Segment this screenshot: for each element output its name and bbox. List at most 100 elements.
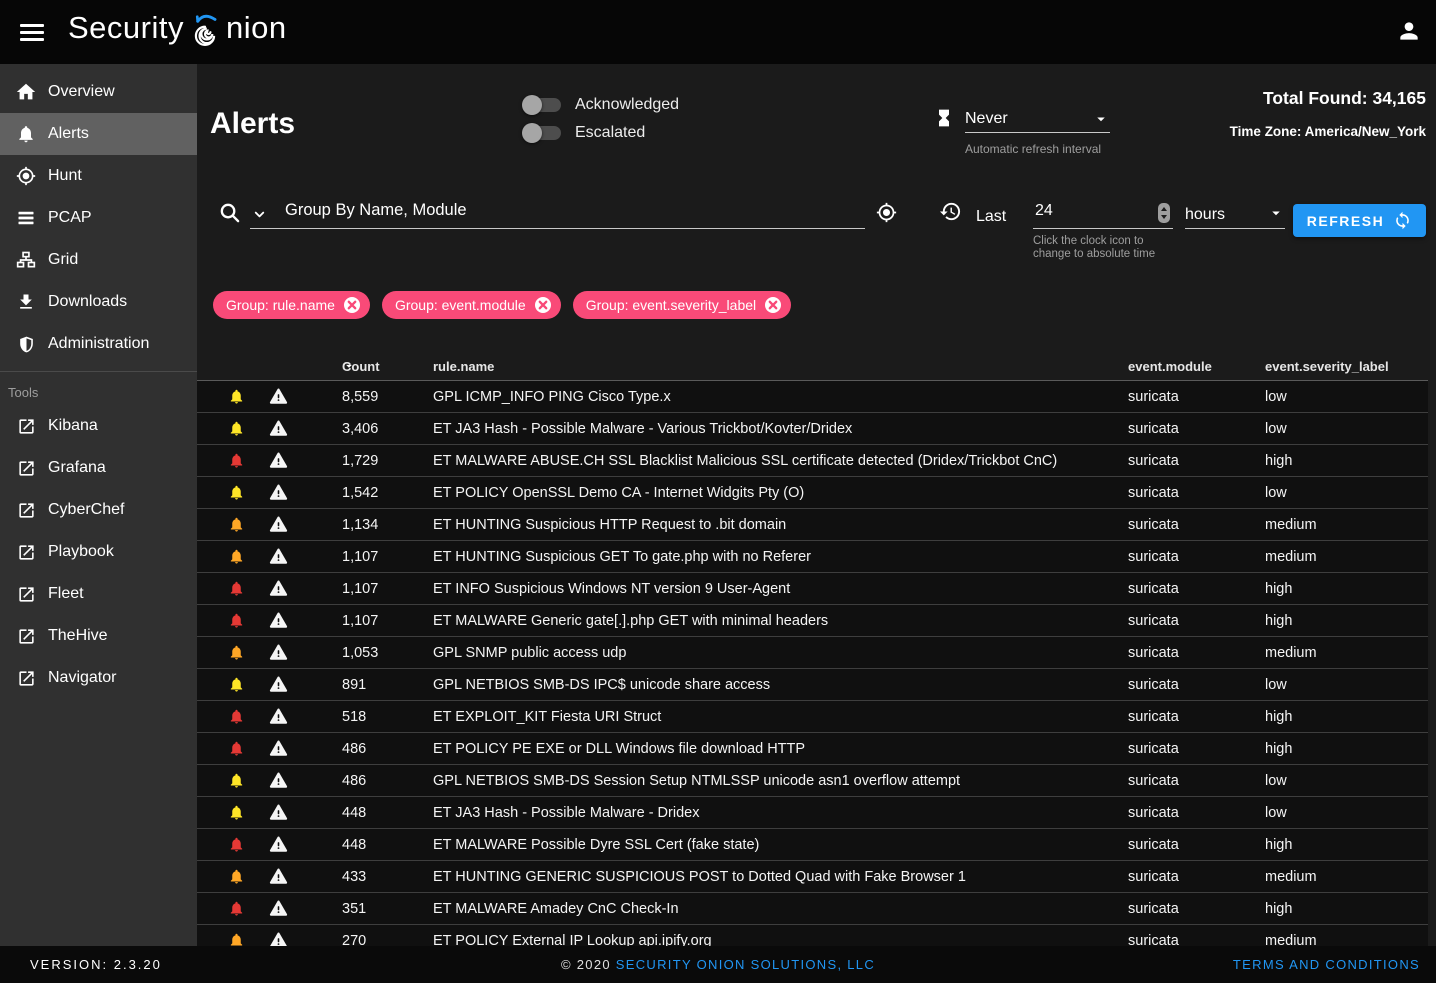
- sidebar-item-pcap[interactable]: PCAP: [0, 197, 197, 239]
- sidebar-tool-fleet[interactable]: Fleet: [0, 573, 197, 615]
- sidebar-item-alerts[interactable]: Alerts: [0, 113, 197, 155]
- tools-section-label: Tools: [0, 372, 197, 405]
- sidebar-tool-grafana[interactable]: Grafana: [0, 447, 197, 489]
- severity-bell-icon[interactable]: [228, 829, 245, 860]
- warning-triangle-icon[interactable]: [269, 925, 288, 946]
- severity-bell-icon[interactable]: [228, 541, 245, 572]
- table-row[interactable]: 1,107 ET INFO Suspicious Windows NT vers…: [197, 573, 1428, 605]
- sidebar-tool-navigator[interactable]: Navigator: [0, 657, 197, 699]
- severity-bell-icon[interactable]: [228, 733, 245, 764]
- chip-close-icon[interactable]: [764, 296, 782, 314]
- warning-triangle-icon[interactable]: [269, 669, 288, 700]
- table-row[interactable]: 486 GPL NETBIOS SMB-DS Session Setup NTM…: [197, 765, 1428, 797]
- table-row[interactable]: 8,559 GPL ICMP_INFO PING Cisco Type.x su…: [197, 381, 1428, 413]
- sidebar-tool-kibana[interactable]: Kibana: [0, 405, 197, 447]
- column-header-rule-name[interactable]: rule.name: [433, 359, 494, 374]
- warning-triangle-icon[interactable]: [269, 797, 288, 828]
- warning-triangle-icon[interactable]: [269, 765, 288, 796]
- warning-triangle-icon[interactable]: [269, 413, 288, 444]
- warning-triangle-icon[interactable]: [269, 509, 288, 540]
- table-row[interactable]: 1,542 ET POLICY OpenSSL Demo CA - Intern…: [197, 477, 1428, 509]
- table-row[interactable]: 448 ET MALWARE Possible Dyre SSL Cert (f…: [197, 829, 1428, 861]
- sidebar-item-grid[interactable]: Grid: [0, 239, 197, 281]
- sidebar-tool-cyberchef[interactable]: CyberChef: [0, 489, 197, 531]
- column-header-event-module[interactable]: event.module: [1128, 359, 1212, 374]
- sidebar-item-downloads[interactable]: Downloads: [0, 281, 197, 323]
- table-row[interactable]: 351 ET MALWARE Amadey CnC Check-In suric…: [197, 893, 1428, 925]
- external-link-icon: [14, 501, 38, 520]
- number-stepper-icon[interactable]: [1157, 202, 1171, 224]
- warning-triangle-icon[interactable]: [269, 381, 288, 412]
- warning-triangle-icon[interactable]: [269, 477, 288, 508]
- toggle-switch-off[interactable]: [524, 126, 561, 140]
- table-row[interactable]: 1,107 ET HUNTING Suspicious GET To gate.…: [197, 541, 1428, 573]
- refresh-interval-select[interactable]: Never: [965, 106, 1110, 133]
- severity-bell-icon[interactable]: [228, 509, 245, 540]
- severity-bell-icon[interactable]: [228, 893, 245, 924]
- sidebar-tool-label: Fleet: [48, 585, 84, 603]
- sidebar-item-administration[interactable]: Administration: [0, 323, 197, 365]
- warning-triangle-icon[interactable]: [269, 573, 288, 604]
- severity-bell-icon[interactable]: [228, 701, 245, 732]
- sidebar-item-overview[interactable]: Overview: [0, 71, 197, 113]
- severity-bell-icon[interactable]: [228, 925, 245, 946]
- brand-logo[interactable]: Security nion: [68, 10, 287, 54]
- chip-group-rule-name[interactable]: Group: rule.name: [213, 291, 370, 319]
- refresh-button[interactable]: REFRESH: [1293, 204, 1426, 237]
- chip-close-icon[interactable]: [534, 296, 552, 314]
- table-row[interactable]: 448 ET JA3 Hash - Possible Malware - Dri…: [197, 797, 1428, 829]
- menu-icon[interactable]: [14, 14, 50, 50]
- table-row[interactable]: 1,729 ET MALWARE ABUSE.CH SSL Blacklist …: [197, 445, 1428, 477]
- severity-bell-icon[interactable]: [228, 797, 245, 828]
- chip-close-icon[interactable]: [343, 296, 361, 314]
- target-icon[interactable]: [876, 202, 897, 223]
- acknowledged-toggle[interactable]: Acknowledged: [524, 91, 679, 119]
- warning-triangle-icon[interactable]: [269, 541, 288, 572]
- table-row[interactable]: 1,107 ET MALWARE Generic gate[.].php GET…: [197, 605, 1428, 637]
- chip-group-event-module[interactable]: Group: event.module: [382, 291, 561, 319]
- time-unit-select[interactable]: hours: [1185, 197, 1285, 229]
- table-row[interactable]: 1,053 GPL SNMP public access udp suricat…: [197, 637, 1428, 669]
- severity-bell-icon[interactable]: [228, 637, 245, 668]
- escalated-toggle[interactable]: Escalated: [524, 119, 679, 147]
- column-header-severity[interactable]: event.severity_label: [1265, 359, 1389, 374]
- table-row[interactable]: 486 ET POLICY PE EXE or DLL Windows file…: [197, 733, 1428, 765]
- table-row[interactable]: 3,406 ET JA3 Hash - Possible Malware - V…: [197, 413, 1428, 445]
- toggle-switch-off[interactable]: [524, 98, 561, 112]
- warning-triangle-icon[interactable]: [269, 893, 288, 924]
- terms-link[interactable]: TERMS AND CONDITIONS: [1233, 957, 1420, 972]
- user-account-icon[interactable]: [1396, 18, 1422, 44]
- sidebar-item-hunt[interactable]: Hunt: [0, 155, 197, 197]
- severity-bell-icon[interactable]: [228, 477, 245, 508]
- severity-bell-icon[interactable]: [228, 765, 245, 796]
- company-link[interactable]: SECURITY ONION SOLUTIONS, LLC: [616, 957, 875, 972]
- table-row[interactable]: 270 ET POLICY External IP Lookup api.ipi…: [197, 925, 1428, 946]
- warning-triangle-icon[interactable]: [269, 733, 288, 764]
- sidebar-tool-playbook[interactable]: Playbook: [0, 531, 197, 573]
- table-row[interactable]: 433 ET HUNTING GENERIC SUSPICIOUS POST t…: [197, 861, 1428, 893]
- severity-bell-icon[interactable]: [228, 445, 245, 476]
- time-amount-input[interactable]: [1033, 201, 1143, 221]
- warning-triangle-icon[interactable]: [269, 829, 288, 860]
- column-header-count[interactable]: Count: [342, 359, 356, 373]
- warning-triangle-icon[interactable]: [269, 861, 288, 892]
- table-row[interactable]: 891 GPL NETBIOS SMB-DS IPC$ unicode shar…: [197, 669, 1428, 701]
- sidebar-tool-thehive[interactable]: TheHive: [0, 615, 197, 657]
- severity-bell-icon[interactable]: [228, 669, 245, 700]
- severity-bell-icon[interactable]: [228, 573, 245, 604]
- severity-bell-icon[interactable]: [228, 413, 245, 444]
- table-body: 8,559 GPL ICMP_INFO PING Cisco Type.x su…: [197, 381, 1428, 946]
- warning-triangle-icon[interactable]: [269, 701, 288, 732]
- search-icon[interactable]: [218, 201, 241, 224]
- severity-bell-icon[interactable]: [228, 381, 245, 412]
- warning-triangle-icon[interactable]: [269, 637, 288, 668]
- warning-triangle-icon[interactable]: [269, 445, 288, 476]
- table-row[interactable]: 1,134 ET HUNTING Suspicious HTTP Request…: [197, 509, 1428, 541]
- table-row[interactable]: 518 ET EXPLOIT_KIT Fiesta URI Struct sur…: [197, 701, 1428, 733]
- severity-bell-icon[interactable]: [228, 861, 245, 892]
- severity-bell-icon[interactable]: [228, 605, 245, 636]
- history-clock-icon[interactable]: [939, 200, 962, 223]
- chip-group-severity-label[interactable]: Group: event.severity_label: [573, 291, 791, 319]
- warning-triangle-icon[interactable]: [269, 605, 288, 636]
- search-input[interactable]: [283, 200, 858, 221]
